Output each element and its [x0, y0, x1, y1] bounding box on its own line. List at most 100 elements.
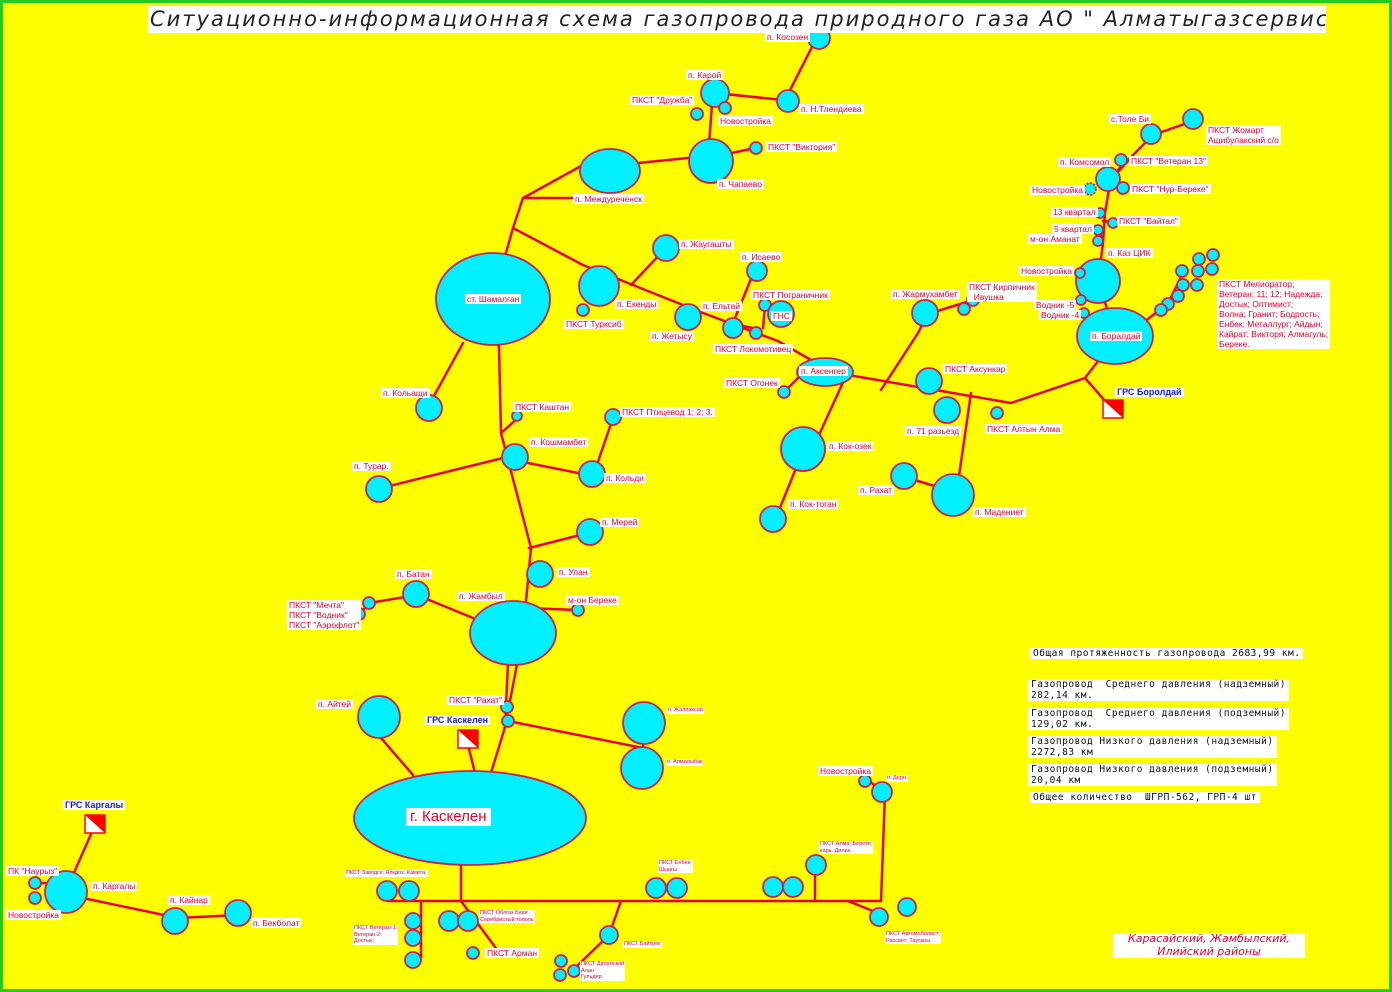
label-kok-togan: п. Кок-тоган: [788, 499, 839, 509]
node-bc2: [1191, 264, 1205, 278]
pipe: [379, 736, 415, 777]
label-arman: ПКСТ Арман: [485, 948, 540, 958]
pipe: [497, 346, 503, 435]
label-ekendy: п. Екенды: [615, 299, 659, 309]
label-bereke: м-он Береке: [566, 595, 619, 605]
node-alma-bereke1: [762, 876, 784, 898]
node-bereke: [571, 603, 585, 617]
label-tlendieva: п. Н.Тлендиева: [799, 104, 864, 114]
node-baiterek: [599, 925, 619, 945]
node-dalansay3: [553, 968, 567, 982]
regions-label: Карасайский, Жамбылский, Илийский районы: [1113, 932, 1305, 958]
label-kirpichnik: ПКСТ Кирпичник Ивушка: [967, 282, 1037, 302]
label-mechta: ПКСТ "Мечта" ПКСТ "Водник" ПКСТ "Аэрофло…: [287, 600, 362, 630]
node-veteran13: [1114, 153, 1128, 167]
node-koshmambet: [501, 443, 529, 471]
settlement-nodes: [28, 26, 1220, 982]
node-bekbolat: [224, 899, 252, 927]
label-ulan: п. Улан: [557, 567, 590, 577]
label-chapaevo: п. Чапаево: [717, 179, 764, 189]
node-bc8: [1171, 289, 1185, 303]
label-nur-bereke: ПКСТ "Нур-Береке": [1130, 184, 1211, 194]
node-kargaly: [44, 870, 88, 914]
node-dalansay1: [554, 954, 568, 968]
node-turar: [365, 475, 393, 503]
pipe: [466, 743, 477, 775]
node-mechta1: [362, 596, 376, 610]
label-grs-boraldai: ГРС Боролдай: [1115, 387, 1184, 397]
label-koltsashi: п. Кольащи: [381, 388, 430, 398]
node-avtomobilist2: [897, 897, 917, 917]
node-novostroyka3: [1074, 267, 1086, 279]
node-zhalpaksay: [622, 701, 666, 745]
label-ptitsevod: ПКСТ Птицевод 1; 2; 3.: [620, 407, 715, 417]
label-druzhba: ПКСТ "Дружба": [630, 95, 695, 105]
node-rakhat-pkst2: [501, 714, 515, 728]
node-veteran1-c: [404, 951, 422, 969]
node-novostroyka5: [858, 774, 872, 788]
grs-kaskelen-symbol: [457, 729, 479, 749]
label-veteran1: ПКСТ Ветеран-1; Ветеран-2; Достык;: [353, 925, 399, 945]
node-alma-bereke2: [782, 876, 804, 898]
label-rakhat: п. Рахат: [858, 485, 895, 495]
node-madeniet: [931, 473, 975, 517]
label-zhetysu: п. Жетысу: [650, 331, 695, 341]
pipe: [506, 719, 560, 733]
node-bc5: [1205, 262, 1219, 276]
label-kok-ozek: п. Кок-озек: [827, 441, 874, 451]
node-zhaugashty: [652, 234, 680, 262]
node-avtomobilist1: [869, 907, 889, 927]
node-ekendy: [578, 265, 620, 307]
label-novostroyka-3: Новостройка: [1019, 266, 1074, 276]
label-kosozen: п. Косозен: [765, 32, 811, 42]
node-novostroyka1: [718, 101, 732, 115]
node-aitey: [357, 695, 401, 739]
node-toli-bi: [1140, 123, 1162, 145]
label-kvartal5: 5 квартал: [1052, 224, 1094, 234]
schematic-frame: Ситуационно-информационная схема газопро…: [0, 0, 1392, 992]
label-razezd71: п. 71 разьезд: [905, 426, 962, 436]
label-isaevo: п. Исаево: [740, 252, 783, 262]
node-kashtan: [511, 410, 523, 422]
grs-kargaly-symbol: [84, 814, 106, 834]
pipe: [636, 156, 690, 165]
gas-distribution-stations: [84, 399, 1124, 834]
node-zhomart: [1182, 108, 1204, 130]
label-derm: п. Дерн.: [886, 775, 909, 782]
node-aksunkar: [915, 367, 943, 395]
label-toli-bi: с.Толе Би: [1109, 114, 1152, 124]
node-bc7: [1190, 278, 1204, 292]
grs-boraldai-symbol: [1102, 399, 1124, 419]
label-baiterek: ПКСТ Байтрек: [623, 941, 662, 948]
label-alma-bereke: ПКСТ Алма; Береке; карь. Дилин.: [819, 841, 874, 854]
node-viktoriya: [749, 141, 763, 155]
label-novostroyka-5: Новостройка: [818, 766, 873, 776]
label-zharmukhambet: п. Жармухамбет: [891, 289, 960, 299]
pipe: [879, 331, 920, 392]
node-altyn-alma: [990, 406, 1004, 420]
node-aimanat: [1092, 235, 1104, 247]
node-mezhdurechensk: [579, 148, 641, 194]
node-derm: [871, 781, 893, 803]
label-rakhat-pkst: ПКСТ "Рахат": [447, 695, 505, 705]
node-isaevo: [746, 260, 768, 282]
node-eltay: [674, 303, 702, 331]
label-vodnik4: Водник -4: [1039, 310, 1082, 320]
label-merey: п. Мерей: [600, 517, 640, 527]
node-lokomotivets: [749, 326, 763, 340]
label-zhomart: ПКСТ Жомарт Ащибулакский с/о: [1206, 125, 1281, 145]
label-enbek-shyngy: ПКСТ Енбек; Шынгы: [658, 860, 693, 873]
node-ptitsevod: [604, 408, 622, 426]
node-chapaevo: [688, 138, 734, 184]
label-kazcik: п. Каз ЦИК: [1106, 248, 1153, 258]
pipe: [379, 456, 505, 490]
label-karoy: п. Карой: [686, 70, 724, 80]
label-zhaugashty: п. Жаугашты: [679, 239, 734, 249]
label-aimanat: м-он Аманат: [1028, 234, 1082, 244]
label-koldi: п. Кольди: [604, 473, 646, 483]
node-turksib: [576, 303, 590, 317]
node-kainar: [161, 907, 189, 935]
label-nauryz: ПК "Наурыз": [6, 866, 60, 876]
node-zharmukhambet: [911, 299, 939, 327]
node-rakhat: [890, 462, 918, 490]
